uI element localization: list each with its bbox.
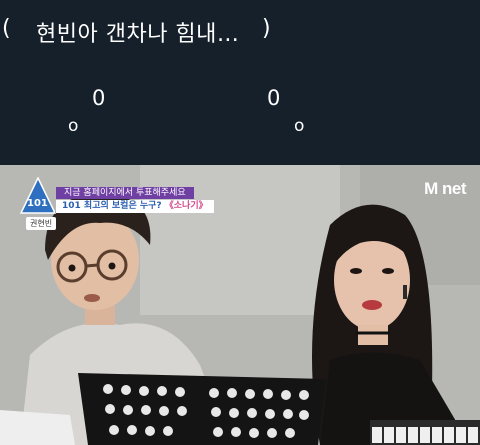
question-banner: 101 최고의 보컬은 누구? 《소나기》 — [56, 200, 214, 213]
question-banner-accent: 《소나기》 — [164, 201, 208, 211]
caption-text: 현빈아 갠차나 힘내… — [36, 22, 240, 47]
right-eye-big-glyph: 0 — [267, 86, 281, 110]
right-eye-small-glyph: o — [294, 116, 305, 136]
question-banner-text: 101 최고의 보컬은 누구? — [62, 201, 165, 211]
name-tag: 권현빈 — [26, 217, 57, 230]
caption-close-paren: ) — [262, 16, 272, 41]
music-stand — [78, 373, 326, 445]
vote-banner: 지금 홈페이지에서 투표해주세요 — [56, 187, 194, 199]
produce101-logo-icon — [20, 177, 56, 214]
left-eye-small-glyph: o — [68, 116, 79, 136]
caption-open-paren: ( — [2, 16, 12, 41]
video-still: 101 지금 홈페이지에서 투표해주세요 101 최고의 보컬은 누구? 《소나… — [0, 165, 480, 445]
logo-text: 101 — [27, 198, 48, 209]
left-eye-big-glyph: 0 — [92, 86, 106, 110]
mnet-logo: M net — [424, 179, 466, 198]
